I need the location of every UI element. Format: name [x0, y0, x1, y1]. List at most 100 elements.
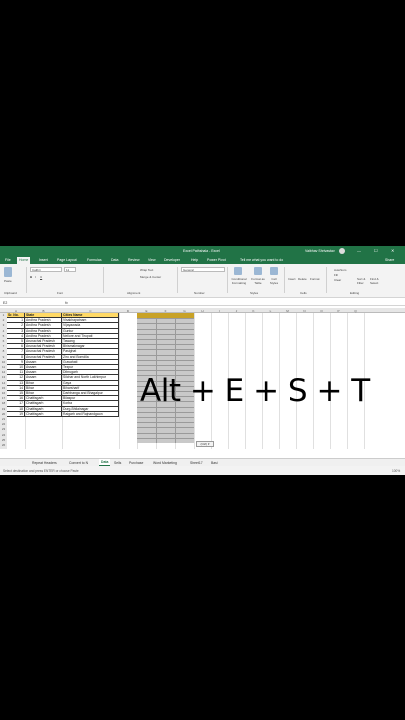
- column-header-o[interactable]: O: [313, 309, 330, 313]
- cell-styles-label[interactable]: Cell Styles: [267, 277, 281, 285]
- fill-button[interactable]: Fill: [334, 273, 338, 277]
- zoom-level[interactable]: 100%: [392, 469, 400, 473]
- user-name[interactable]: Vaibhav Shrivastav: [305, 249, 335, 253]
- row-header[interactable]: 26: [0, 443, 7, 447]
- tab-home[interactable]: Home: [17, 256, 31, 264]
- sheet-tab[interactable]: Sells: [114, 461, 121, 465]
- italic-button[interactable]: I: [35, 275, 36, 279]
- row-header[interactable]: 17: [0, 396, 7, 400]
- tab-review[interactable]: Review: [128, 258, 139, 262]
- row-header[interactable]: 10: [0, 360, 7, 364]
- sheet-tabs: Repeat Headers Convert to N Data Sells Purch…: [0, 458, 405, 466]
- column-header-k[interactable]: K: [245, 309, 262, 313]
- column-header-n[interactable]: N: [296, 309, 313, 313]
- sheet-tab[interactable]: Convert to N: [69, 461, 88, 465]
- column-header-p[interactable]: P: [330, 309, 347, 313]
- row-header[interactable]: 20: [0, 412, 7, 416]
- autosum-button[interactable]: AutoSum: [334, 268, 346, 272]
- delete-cells-button[interactable]: Delete: [298, 277, 307, 281]
- tell-me-search[interactable]: Tell me what you want to do: [240, 258, 283, 262]
- fx-icon[interactable]: fx: [65, 301, 68, 305]
- tab-data[interactable]: Data: [111, 258, 118, 262]
- tab-power-pivot[interactable]: Power Pivot: [207, 258, 226, 262]
- column-header-h[interactable]: H: [194, 309, 211, 313]
- sheet-tab[interactable]: Sheet17: [190, 461, 203, 465]
- paste-options-button[interactable]: (Ctrl) ▾: [196, 441, 214, 447]
- row-header[interactable]: 24: [0, 433, 7, 437]
- sheet-tab[interactable]: Repeat Headers: [32, 461, 57, 465]
- row-header[interactable]: 22: [0, 422, 7, 426]
- cell-styles-icon[interactable]: [270, 267, 278, 275]
- format-as-table-icon[interactable]: [254, 267, 262, 275]
- minimize-button[interactable]: —: [357, 248, 361, 253]
- tab-developer[interactable]: Developer: [164, 258, 180, 262]
- row-header[interactable]: 19: [0, 407, 7, 411]
- conditional-formatting-icon[interactable]: [234, 267, 242, 275]
- column-header-i[interactable]: I: [211, 309, 228, 313]
- share-button[interactable]: Share: [385, 258, 394, 262]
- row-header[interactable]: 8: [0, 349, 7, 353]
- avatar[interactable]: [339, 247, 345, 254]
- tab-help[interactable]: Help: [191, 258, 198, 262]
- row-header[interactable]: 3: [0, 323, 7, 327]
- table-cell[interactable]: Raigarh and Rajnandgaon: [62, 411, 119, 417]
- tab-formulas[interactable]: Formulas: [87, 258, 102, 262]
- format-as-table-label[interactable]: Format as Table: [250, 277, 266, 285]
- conditional-formatting-label[interactable]: Conditional Formatting: [229, 277, 249, 285]
- row-header[interactable]: 13: [0, 375, 7, 379]
- tab-file[interactable]: File: [5, 258, 11, 262]
- row-header[interactable]: 21: [0, 417, 7, 421]
- row-header[interactable]: 14: [0, 381, 7, 385]
- name-box[interactable]: E2: [3, 301, 7, 305]
- tab-page-layout[interactable]: Page Layout: [57, 258, 77, 262]
- format-cells-button[interactable]: Format: [310, 277, 320, 281]
- column-header-j[interactable]: J: [228, 309, 245, 313]
- row-header[interactable]: 12: [0, 370, 7, 374]
- wrap-text-button[interactable]: Wrap Text: [140, 268, 153, 272]
- column-header-a[interactable]: A: [7, 309, 25, 313]
- row-header[interactable]: 6: [0, 339, 7, 343]
- table-cell[interactable]: 19: [7, 411, 25, 417]
- sheet-tab[interactable]: Data: [99, 459, 111, 466]
- column-header-l[interactable]: L: [262, 309, 279, 313]
- column-header-q[interactable]: Q: [347, 309, 364, 313]
- sheet-tab[interactable]: Word Marketing: [153, 461, 177, 465]
- table-cell[interactable]: Chattisgarh: [25, 411, 62, 417]
- paste-label[interactable]: Paste: [4, 279, 12, 283]
- group-font: Font: [57, 291, 64, 295]
- row-header[interactable]: 4: [0, 329, 7, 333]
- insert-cells-button[interactable]: Insert: [288, 277, 296, 281]
- clear-button[interactable]: Clear: [334, 278, 341, 282]
- find-select-button[interactable]: Find & Select: [370, 277, 382, 285]
- row-header[interactable]: 2: [0, 318, 7, 322]
- underline-button[interactable]: U: [40, 275, 42, 279]
- row-header[interactable]: 1: [0, 313, 7, 317]
- tab-view[interactable]: View: [148, 258, 156, 262]
- column-header-e[interactable]: E: [137, 309, 156, 313]
- row-header[interactable]: 25: [0, 438, 7, 442]
- column-header-m[interactable]: M: [279, 309, 296, 313]
- tab-insert[interactable]: Insert: [39, 258, 48, 262]
- row-header[interactable]: 9: [0, 355, 7, 359]
- sheet-tab[interactable]: Purchase: [129, 461, 143, 465]
- column-header-d[interactable]: D: [119, 309, 137, 313]
- row-header[interactable]: 18: [0, 401, 7, 405]
- row-header[interactable]: 23: [0, 427, 7, 431]
- bold-button[interactable]: B: [30, 275, 32, 279]
- row-header[interactable]: 5: [0, 334, 7, 338]
- column-header-g[interactable]: G: [175, 309, 194, 313]
- column-header-b[interactable]: B: [25, 309, 62, 313]
- row-header[interactable]: 11: [0, 365, 7, 369]
- ribbon: Paste Calibri 11 B I U Wrap Text Merge &…: [0, 264, 405, 298]
- row-header[interactable]: 16: [0, 391, 7, 395]
- sort-filter-button[interactable]: Sort & Filter: [357, 277, 367, 285]
- row-header[interactable]: 7: [0, 344, 7, 348]
- close-button[interactable]: ✕: [391, 248, 394, 253]
- maximize-button[interactable]: ☐: [374, 248, 378, 253]
- column-header-c[interactable]: C: [62, 309, 119, 313]
- paste-icon[interactable]: [4, 267, 12, 277]
- row-header[interactable]: 15: [0, 386, 7, 390]
- merge-center-button[interactable]: Merge & Center: [140, 275, 161, 279]
- column-header-f[interactable]: F: [156, 309, 175, 313]
- sheet-tab[interactable]: Basi: [211, 461, 218, 465]
